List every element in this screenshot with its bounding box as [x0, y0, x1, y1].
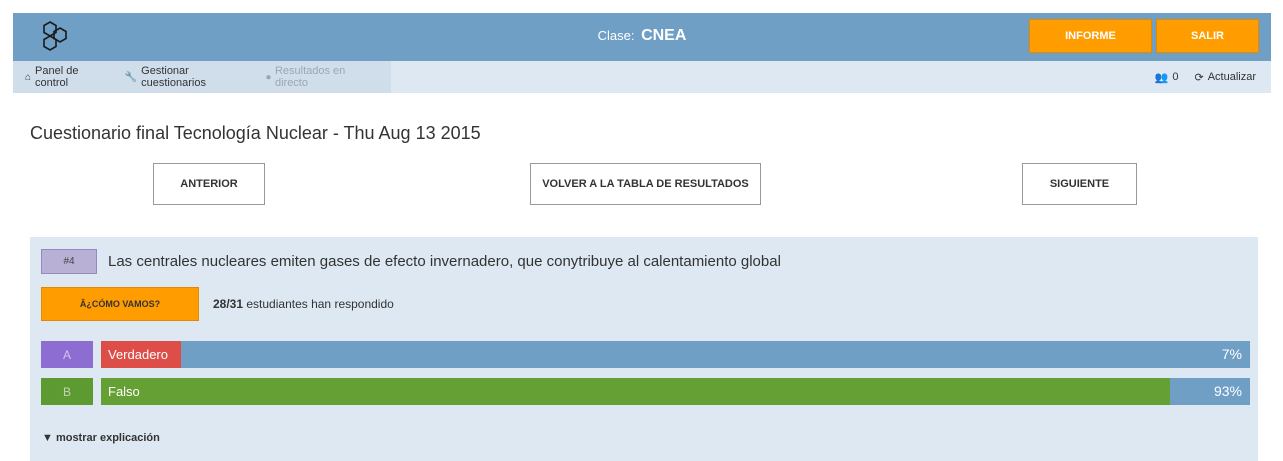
user-count: 0 [1172, 71, 1179, 83]
nav-item-resultados[interactable]: ⦁ Resultados en directo [266, 65, 379, 89]
refresh-icon[interactable]: ⟳ [1194, 71, 1203, 84]
answer-label: Verdadero [108, 347, 168, 362]
question-text: Las centrales nucleares emiten gases de … [108, 253, 781, 270]
nav-right: 👥 0 ⟳ Actualizar [1155, 61, 1256, 93]
users-icon: 👥 [1154, 71, 1169, 84]
answer-label: Falso [108, 384, 140, 399]
answer-bar: Verdadero 7% [101, 341, 1250, 368]
class-prefix: Clase: [597, 28, 635, 43]
nav-bar: ⌂ Panel de control 🔧 Gestionar cuestiona… [13, 61, 1271, 93]
how-are-we-doing-button[interactable]: Â¿CÓMO VAMOS? [41, 287, 199, 321]
nav-menu: ⌂ Panel de control 🔧 Gestionar cuestiona… [13, 61, 391, 93]
response-ratio: 28/31 [213, 297, 244, 311]
answer-letter: B [41, 378, 93, 405]
informe-button[interactable]: INFORME [1029, 19, 1152, 53]
answer-percent: 93% [1213, 383, 1242, 399]
nav-item-panel[interactable]: ⌂ Panel de control [25, 65, 113, 89]
nav-item-label: Panel de control [35, 65, 79, 89]
nav-item-gestionar[interactable]: 🔧 Gestionar cuestionarios [125, 65, 254, 89]
next-button[interactable]: SIGUIENTE [1022, 163, 1137, 205]
question-panel: #4 Las centrales nucleares emiten gases … [30, 237, 1258, 461]
answer-bar-fill [101, 378, 1170, 405]
page-title: Cuestionario final Tecnología Nuclear - … [30, 123, 481, 143]
top-header: Clase: CNEA INFORME SALIR [13, 13, 1271, 61]
previous-button[interactable]: ANTERIOR [153, 163, 265, 205]
answer-percent: 7% [1221, 346, 1242, 362]
answer-letter: A [41, 341, 93, 368]
salir-button[interactable]: SALIR [1156, 19, 1259, 53]
response-suffix: estudiantes han respondido [246, 297, 394, 311]
response-count: 28/31 estudiantes han respondido [213, 297, 394, 311]
answer-row: A Verdadero 7% [41, 341, 1250, 368]
show-explanation-link[interactable]: ▼ mostrar explicación [42, 432, 160, 444]
answer-bar: Falso 93% [101, 378, 1250, 405]
home-icon: ⌂ [25, 71, 32, 83]
nav-item-label: Resultados en directo [274, 65, 346, 89]
question-number-badge: #4 [41, 249, 97, 274]
class-name: CNEA [641, 27, 687, 44]
wrench-icon: 🔧 [124, 71, 138, 83]
back-to-results-button[interactable]: VOLVER A LA TABLA DE RESULTADOS [530, 163, 761, 205]
nav-item-label: Gestionar cuestionarios [141, 65, 206, 89]
answer-row: B Falso 93% [41, 378, 1250, 405]
refresh-link[interactable]: Actualizar [1208, 71, 1256, 83]
broadcast-icon: ⦁ [265, 71, 271, 83]
